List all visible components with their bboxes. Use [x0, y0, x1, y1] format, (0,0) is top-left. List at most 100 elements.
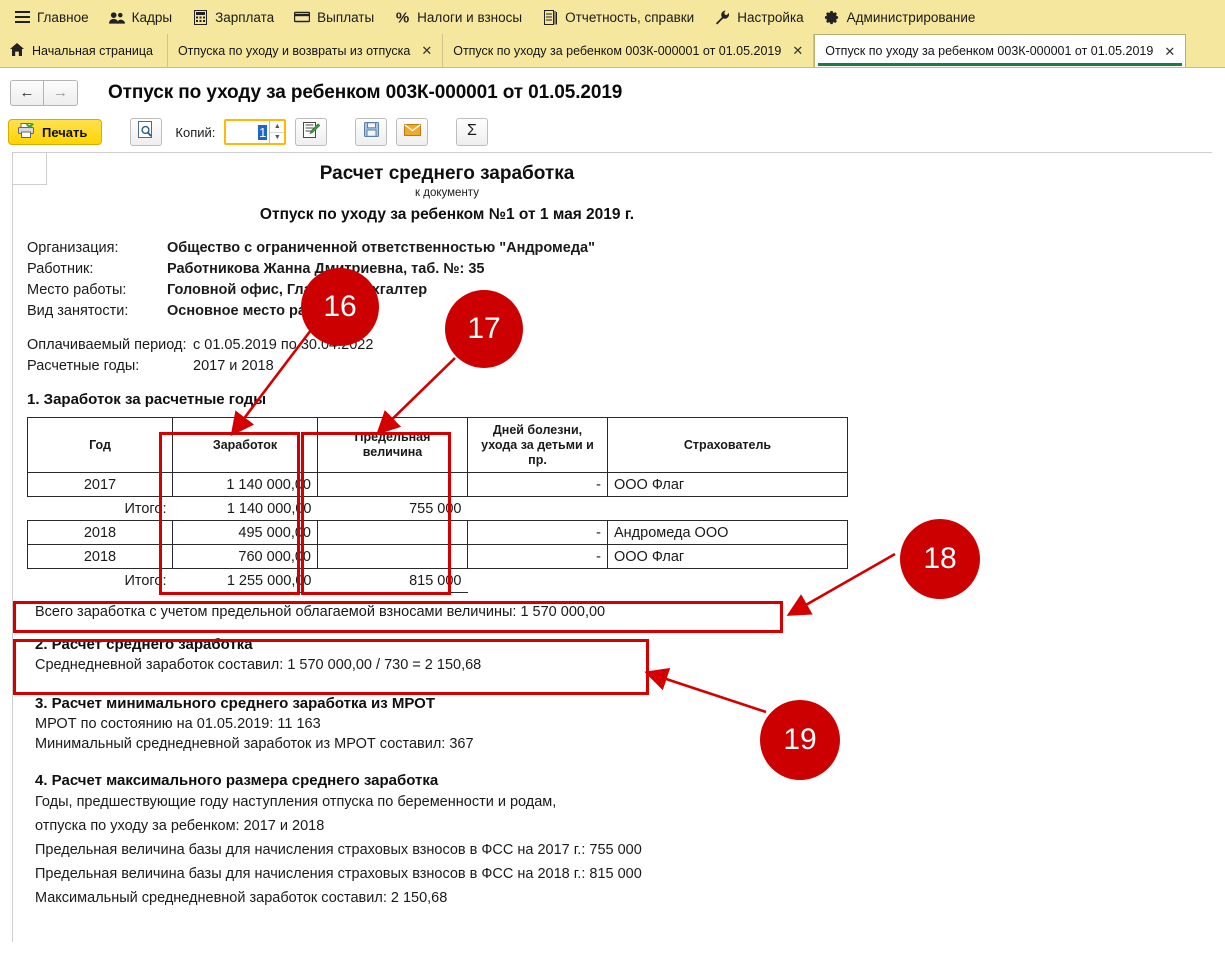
- close-icon[interactable]: ✕: [792, 44, 803, 57]
- cell-total-earnings: 1 255 000,00: [172, 568, 318, 593]
- tab-otpusk-document-2-active[interactable]: Отпуск по уходу за ребенком 003К-000001 …: [814, 34, 1187, 67]
- menu-item-label: Главное: [37, 9, 89, 25]
- section-4-line-1: Годы, предшествующие году наступления от…: [35, 794, 557, 810]
- close-icon[interactable]: ✕: [1164, 45, 1175, 58]
- section-2-line: Среднедневной заработок составил: 1 570 …: [35, 657, 482, 673]
- menu-item-nastroika[interactable]: Настройка: [706, 5, 815, 29]
- copies-input[interactable]: 1: [226, 121, 269, 143]
- hamburger-icon: [14, 9, 30, 25]
- edit-doc-icon: [302, 121, 321, 143]
- tab-otpusk-document-1[interactable]: Отпуск по уходу за ребенком 003К-000001 …: [443, 34, 815, 67]
- cell-sickdays: -: [467, 472, 608, 497]
- tab-strip: Начальная страница Отпуска по уходу и во…: [0, 34, 1225, 68]
- menu-item-label: Зарплата: [215, 9, 275, 25]
- calc-years-value: 2017 и 2018: [193, 358, 274, 374]
- close-icon[interactable]: ✕: [421, 44, 432, 57]
- print-button-label: Печать: [42, 124, 88, 140]
- cell-insurer: ООО Флаг: [607, 472, 848, 497]
- field-label: Работник:: [27, 261, 94, 277]
- edit-document-button[interactable]: [295, 118, 328, 146]
- gear-icon: [824, 9, 840, 25]
- menu-item-vyplaty[interactable]: Выплаты: [286, 5, 386, 29]
- tab-home[interactable]: Начальная страница: [0, 34, 168, 67]
- back-button[interactable]: ←: [10, 79, 44, 106]
- menu-item-zarplata[interactable]: Зарплата: [184, 5, 286, 29]
- spreadsheet-document[interactable]: Расчет среднего заработка к документу От…: [12, 152, 1212, 942]
- page-title: Отпуск по уходу за ребенком 003К-000001 …: [108, 81, 623, 103]
- save-button[interactable]: [355, 118, 388, 146]
- cell-year: 2018: [27, 520, 173, 545]
- menu-item-glavnoe[interactable]: Главное: [6, 5, 101, 29]
- tab-otpuska-po-uhodu[interactable]: Отпуска по уходу и возвраты из отпуска ✕: [167, 34, 444, 67]
- print-button[interactable]: Печать: [8, 119, 103, 145]
- section-4-line-2: отпуска по уходу за ребенком: 2017 и 201…: [35, 818, 325, 834]
- sheet-corner-cell[interactable]: [13, 153, 47, 185]
- cell-sickdays: [468, 497, 608, 521]
- menu-item-label: Выплаты: [317, 9, 375, 25]
- field-label: Вид занятости:: [27, 303, 129, 319]
- section-2-title: 2. Расчет среднего заработка: [35, 636, 253, 653]
- menu-item-label: Налоги и взносы: [417, 9, 523, 25]
- table-row: 2018 760 000,00 - ООО Флаг: [27, 544, 848, 569]
- section-3-line-1: МРОТ по состоянию на 01.05.2019: 11 163: [35, 716, 321, 732]
- cell-insurer: ООО Флаг: [607, 544, 848, 569]
- cell-total-limit: 755 000: [317, 496, 468, 521]
- cell-total-label: Итого:: [124, 572, 167, 589]
- field-row-employment-type: Вид занятости: Основное место работы: [27, 301, 1212, 322]
- menu-item-nalogi[interactable]: % Налоги и взносы: [386, 5, 534, 29]
- report-icon: [542, 9, 558, 25]
- sum-button[interactable]: Σ: [456, 118, 489, 146]
- calc-years-row: Расчетные годы: 2017 и 2018: [27, 356, 1212, 377]
- copies-label: Копий:: [175, 124, 216, 140]
- document-header: ← → Отпуск по уходу за ребенком 003К-000…: [0, 68, 1225, 112]
- copies-spin-arrows[interactable]: ▲ ▼: [269, 121, 285, 144]
- cell-limit: [317, 520, 468, 545]
- svg-text:%: %: [396, 10, 409, 25]
- svg-text:Σ: Σ: [467, 122, 477, 138]
- table-row-total: Итого: 1 255 000,00 815 000: [28, 568, 848, 593]
- table-row: 2017 1 140 000,00 - ООО Флаг: [27, 472, 848, 497]
- field-row-workplace: Место работы: Головной офис, Главный бух…: [27, 280, 1212, 301]
- section-4-line-4: Предельная величина базы для начисления …: [35, 866, 642, 882]
- menu-item-label: Кадры: [131, 9, 173, 25]
- field-row-employee: Работник: Работникова Жанна Дмитриевна, …: [27, 259, 1212, 280]
- report-fields: Организация: Общество с ограниченной отв…: [27, 238, 1212, 322]
- menu-item-kadry[interactable]: Кадры: [101, 5, 184, 29]
- wallet-icon: [294, 9, 311, 25]
- forward-button[interactable]: →: [44, 79, 78, 106]
- col-header-sickdays: Дней болезни, ухода за детьми и пр.: [467, 417, 608, 473]
- table-row: 2018 495 000,00 - Андромеда ООО: [27, 520, 848, 545]
- tab-label: Отпуск по уходу за ребенком 003К-000001 …: [825, 44, 1154, 58]
- menu-item-otchetnost[interactable]: Отчетность, справки: [534, 5, 706, 29]
- section-4-line-5: Максимальный среднедневной заработок сос…: [35, 890, 448, 906]
- print-preview-icon: [138, 121, 154, 143]
- floppy-save-icon: [363, 122, 379, 142]
- print-preview-button[interactable]: [130, 118, 163, 146]
- col-header-insurer: Страхователь: [607, 417, 848, 473]
- spin-down-icon[interactable]: ▼: [270, 133, 284, 144]
- home-icon: [10, 42, 24, 59]
- menu-item-administrirovanie[interactable]: Администрирование: [816, 5, 988, 29]
- spin-up-icon[interactable]: ▲: [270, 121, 285, 133]
- tab-label: Отпуска по уходу и возвраты из отпуска: [177, 43, 411, 58]
- envelope-icon: [403, 123, 421, 141]
- col-header-year: Год: [27, 417, 173, 473]
- cell-total-earnings: 1 140 000,00: [172, 496, 318, 521]
- section-1-title: 1. Заработок за расчетные годы: [27, 391, 267, 408]
- section-2: 2. Расчет среднего заработка Среднедневн…: [27, 632, 655, 681]
- send-mail-button[interactable]: [396, 118, 429, 146]
- cell-sickdays: -: [467, 520, 608, 545]
- col-header-earnings: Заработок: [172, 417, 318, 473]
- menu-item-label: Отчетность, справки: [565, 9, 695, 25]
- copies-stepper[interactable]: 1 ▲ ▼: [224, 119, 287, 145]
- navigation-buttons: ← →: [10, 79, 78, 106]
- section-3: 3. Расчет минимального среднего заработк…: [27, 695, 1212, 752]
- field-value: Работникова Жанна Дмитриевна, таб. №: 35: [167, 261, 485, 277]
- cell-earnings: 760 000,00: [172, 544, 318, 569]
- section-3-line-2: Минимальный среднедневной заработок из М…: [35, 736, 474, 752]
- cell-earnings: 495 000,00: [172, 520, 318, 545]
- cell-insurer: [608, 569, 848, 593]
- printer-icon: [18, 123, 35, 141]
- sigma-icon: Σ: [464, 122, 480, 143]
- percent-icon: %: [394, 9, 410, 25]
